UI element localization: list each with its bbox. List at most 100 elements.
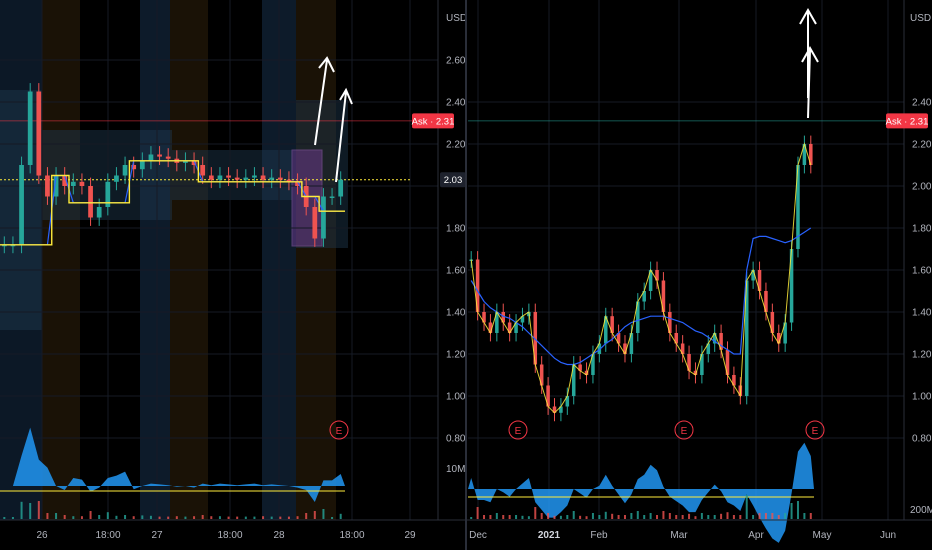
y-tick-label: 1.80: [446, 224, 466, 235]
x-tick-label: Dec: [469, 530, 487, 541]
candle-body: [234, 177, 240, 180]
ask-badge[interactable]: Ask · 2.31: [886, 113, 929, 129]
volume-bar: [262, 516, 265, 519]
volume-bar: [305, 513, 308, 519]
price-badge[interactable]: 2.03: [440, 172, 466, 188]
volume-bar: [803, 513, 806, 519]
candle-body: [157, 154, 162, 157]
volume-bar: [502, 515, 505, 519]
volume-bar: [175, 516, 178, 519]
volume-bar: [193, 516, 196, 519]
candle-body: [165, 156, 171, 159]
y-tick-label: 2.40: [446, 98, 466, 109]
volume-bar: [649, 513, 652, 519]
volume-bar: [46, 513, 49, 519]
volume-bar: [732, 515, 735, 519]
ask-badge[interactable]: Ask · 2.31: [412, 113, 455, 129]
candle-body: [88, 186, 93, 218]
volume-bar: [236, 516, 239, 519]
volume-bar: [572, 511, 575, 519]
x-tick-label: 2021: [538, 530, 561, 541]
volume-bar: [296, 516, 299, 519]
volume-bar: [132, 516, 135, 519]
volume-bar: [244, 516, 247, 519]
volume-bar: [617, 515, 620, 519]
volume-bar: [707, 515, 710, 519]
volume-bar: [752, 515, 755, 519]
volume-bar: [167, 516, 170, 519]
x-tick-label: 18:00: [339, 530, 364, 541]
volume-bar: [55, 513, 58, 519]
volume-bar: [29, 503, 32, 519]
y-tick-label: 1.00: [446, 392, 466, 403]
session-shade: [140, 0, 170, 520]
volume-bar: [604, 511, 607, 519]
chart-workspace: E USD 0.80 1.00 1.20 1.40 1.60 1.80 2.20 2.40 2.…: [0, 0, 932, 550]
candle-body: [148, 154, 154, 161]
volume-bar: [253, 516, 256, 519]
y-tick-label: 1.00: [912, 392, 932, 403]
volume-bar: [662, 511, 665, 519]
candle-body: [19, 165, 24, 245]
volume-bar: [3, 517, 6, 519]
ask-badge-label: Ask · 2.31: [886, 116, 929, 127]
session-shade: [170, 0, 208, 520]
candle-body: [312, 207, 318, 239]
session-shade: [296, 0, 336, 520]
x-tick-label: May: [813, 530, 832, 541]
volume-bar: [700, 513, 703, 519]
earnings-marker-label: E: [681, 426, 688, 437]
volume-bar: [559, 515, 562, 519]
volume-bar: [527, 516, 530, 519]
y-tick-label: 1.60: [446, 266, 466, 277]
x-tick-label: 18:00: [95, 530, 120, 541]
x-tick-label: 27: [151, 530, 163, 541]
volume-bar: [80, 516, 83, 519]
volume-bar: [184, 516, 187, 519]
volume-bar: [540, 513, 543, 519]
candle-body: [27, 91, 33, 165]
volume-bar: [106, 512, 109, 519]
x-tick-label: 29: [404, 530, 416, 541]
y-tick-label: 2.20: [446, 140, 466, 151]
volume-bar: [809, 513, 812, 519]
candle-body: [321, 196, 326, 239]
currency-label: USD: [910, 13, 931, 24]
candle-body: [114, 175, 119, 182]
oscillator-scale-label: 10M: [446, 464, 465, 475]
right-y-axis[interactable]: 0.80 1.00 1.20 1.40 1.60 1.80 2.00 2.20 2.40: [912, 98, 932, 445]
y-tick-label: 1.40: [446, 308, 466, 319]
candle-body: [36, 91, 42, 176]
candle-body: [139, 160, 145, 170]
x-tick-label: Apr: [748, 530, 764, 541]
volume-bar: [784, 513, 787, 519]
volume-bar: [623, 515, 626, 519]
volume-bar: [331, 517, 334, 519]
volume-bar: [322, 509, 325, 519]
candle-body: [208, 175, 214, 180]
volume-bar: [668, 513, 671, 519]
volume-bar: [656, 515, 659, 519]
candle-body: [226, 175, 231, 178]
volume-bar: [210, 516, 213, 519]
candle-body: [277, 177, 283, 180]
volume-bar: [37, 501, 40, 519]
y-tick-label: 2.40: [912, 98, 932, 109]
volume-bar: [115, 515, 118, 519]
volume-bar: [515, 515, 518, 519]
volume-bar: [771, 513, 774, 519]
earnings-marker-label: E: [812, 426, 819, 437]
candle-body: [122, 165, 128, 176]
x-tick-label: 18:00: [217, 530, 242, 541]
candle-body: [96, 207, 102, 218]
volume-bar: [339, 513, 342, 519]
volume-bar: [508, 515, 511, 519]
candle-body: [200, 165, 206, 176]
volume-bar: [553, 515, 556, 519]
volume-bar: [476, 507, 479, 519]
volume-bar: [313, 511, 316, 519]
candle-body: [70, 181, 76, 186]
session-shade: [42, 0, 80, 520]
volume-bar: [521, 515, 524, 519]
volume-bar: [547, 513, 550, 519]
